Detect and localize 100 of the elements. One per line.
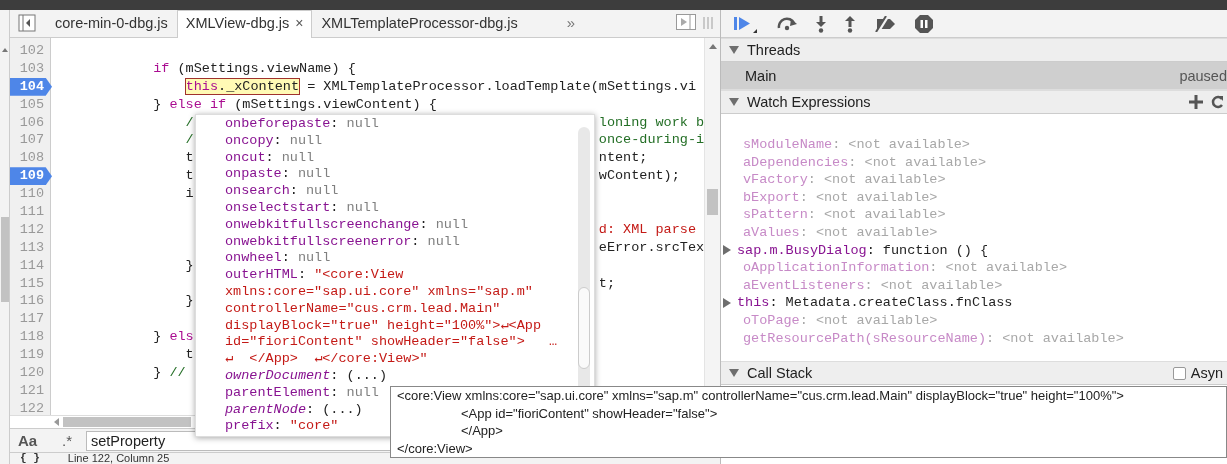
- line-number: 121: [18, 381, 45, 400]
- file-tab[interactable]: core-min-0-dbg.js: [46, 10, 177, 37]
- code-line: /: [184, 131, 194, 150]
- line-number: 111: [18, 203, 45, 221]
- refresh-icon[interactable]: [1211, 95, 1223, 109]
- line-number: 110: [18, 185, 45, 203]
- code-line: /: [184, 113, 194, 132]
- thread-status: paused: [1179, 67, 1227, 84]
- watch-expression: sap.m.BusyDialog: function () {: [737, 241, 989, 260]
- code-line: }: [184, 256, 194, 275]
- tooltip-text: <core:View xmlns:core="sap.ui.core" xmlns="sap.m" controllerName="cus.crm.lead.Main" displayBlock="true" height="100%">: [397, 387, 1125, 405]
- breakpoint-marker[interactable]: 104: [10, 77, 52, 96]
- code-line: t: [184, 149, 194, 168]
- watch-expression: aValues: <not available>: [743, 223, 938, 242]
- watch-expression: vFactory: <not available>: [743, 171, 946, 189]
- property-entry: onselectstart: null: [225, 200, 379, 217]
- close-icon[interactable]: ×: [295, 15, 304, 31]
- code-line: t: [184, 346, 194, 365]
- expand-arrow-icon[interactable]: [729, 369, 739, 377]
- code-line: } else if (mSettings.viewContent) {: [152, 95, 437, 114]
- line-number: 115: [18, 274, 45, 293]
- thread-name: Main: [745, 67, 778, 84]
- property-entry: oncut: null: [225, 149, 315, 167]
- expand-arrow-icon[interactable]: [723, 245, 731, 256]
- line-number: 102: [18, 42, 45, 60]
- code-line: t: [184, 167, 194, 186]
- watch-expression: oApplicationInformation: <not available>: [743, 259, 1068, 277]
- file-tab[interactable]: XMLView-dbg.js ×: [176, 10, 313, 38]
- code-line: if (mSettings.viewName) {: [152, 59, 356, 78]
- regex-toggle[interactable]: .*: [48, 432, 86, 449]
- line-number: 112: [18, 220, 45, 239]
- pretty-print-button[interactable]: { }: [20, 453, 40, 464]
- property-entry: onsearch: null: [225, 183, 339, 200]
- code-line: loning work b: [598, 113, 704, 132]
- code-line: }: [184, 292, 194, 311]
- expand-arrow-icon[interactable]: [729, 98, 739, 106]
- line-number: 108: [18, 149, 45, 168]
- line-number: 107: [18, 131, 45, 150]
- line-number: 103: [18, 59, 45, 78]
- code-line: once-during-i: [598, 131, 704, 150]
- more-tabs-button[interactable]: »: [566, 14, 576, 31]
- tooltip-text: <App id="fioriContent" showHeader="false">: [460, 404, 719, 422]
- line-number: 119: [18, 346, 45, 365]
- match-case-toggle[interactable]: Aa: [18, 432, 48, 449]
- line-number: 120: [18, 364, 45, 382]
- step-into-icon[interactable]: [815, 14, 827, 33]
- line-number: 116: [18, 292, 45, 311]
- deactivate-breakpoints-icon[interactable]: [873, 15, 897, 32]
- code-line: this._xContent = XMLTemplateProcessor.loadTemplate(mSettings.vi: [184, 77, 696, 96]
- thread-row[interactable]: Main paused: [721, 62, 1227, 90]
- property-entry: outerHTML: "<core:View xmlns:core="sap.ui.core" xmlns="sap.m" controllerName="cus.crm.lead.Main" displayBlock="true" height="100%">↵<App id="fioriContent" showHeader="false"> … ↵ </App> ↵</core:View>": [225, 267, 559, 368]
- step-out-icon[interactable]: [844, 14, 856, 33]
- watch-expression: getResourcePath(sResourceName): <not available>: [743, 329, 1124, 348]
- scrollbar-thumb[interactable]: [0, 217, 9, 302]
- line-number: 117: [18, 310, 45, 329]
- watch-expression: aEventListeners: <not available>: [743, 276, 1003, 295]
- step-over-icon[interactable]: [776, 16, 798, 31]
- property-entry: onwebkitfullscreenchange: null: [225, 216, 469, 234]
- file-tab[interactable]: XMLTemplateProcessor-dbg.js: [312, 10, 527, 37]
- code-line: wContent);: [598, 167, 680, 186]
- code-line: i: [184, 185, 194, 204]
- property-entry: ownerDocument: (...): [225, 367, 388, 385]
- code-line: t;: [598, 274, 615, 293]
- watch-expression: this: Metadata.createClass.fnClass: [737, 294, 1013, 312]
- property-entry: parentNode: (...): [225, 401, 363, 419]
- line-number: 114: [18, 256, 45, 275]
- code-line: } //: [152, 364, 186, 382]
- pause-icon[interactable]: [914, 13, 934, 34]
- property-entry: onbeforepaste: null: [225, 116, 379, 133]
- line-number: 113: [18, 238, 45, 257]
- line-number: 106: [18, 113, 45, 132]
- scrollbar-thumb[interactable]: [63, 417, 191, 427]
- watch-expression: sPattern: <not available>: [743, 206, 946, 224]
- sidebar-toggle-icon[interactable]: [18, 14, 36, 32]
- property-entry: parentElement: null: [225, 384, 379, 402]
- code-line: ntent;: [598, 149, 648, 168]
- code-line: eError.srcTex: [598, 238, 704, 257]
- property-entry: onpaste: null: [225, 166, 331, 184]
- line-number: 122: [18, 399, 45, 415]
- watch-expression: aDependencies: <not available>: [743, 153, 987, 172]
- breakpoint-marker[interactable]: 109: [10, 167, 52, 186]
- panel-toggle-icon[interactable]: [676, 14, 696, 30]
- expand-arrow-icon[interactable]: [729, 46, 739, 54]
- cursor-position: Line 122, Column 25: [67, 453, 170, 464]
- watch-expression: bExport: <not available>: [743, 188, 938, 207]
- expand-arrow-icon[interactable]: [723, 298, 731, 309]
- line-number: 118: [18, 328, 45, 347]
- line-number: 105: [18, 95, 45, 114]
- code-line: } els: [152, 328, 194, 347]
- add-icon[interactable]: [1189, 95, 1203, 109]
- scrollbar-thumb[interactable]: [707, 189, 718, 215]
- checkbox[interactable]: [1172, 366, 1186, 380]
- watch-expression: oToPage: <not available>: [743, 311, 938, 330]
- scrollbar-thumb[interactable]: [578, 287, 590, 369]
- checkbox-label: Asyn: [1190, 365, 1223, 381]
- section-header[interactable]: Call Stack: [747, 365, 1165, 381]
- property-entry: onwebkitfullscreenerror: null: [225, 233, 460, 251]
- watch-expression: sModuleName: <not available>: [743, 136, 970, 154]
- property-entry: oncopy: null: [225, 132, 323, 150]
- property-entry: onwheel: null: [225, 250, 331, 268]
